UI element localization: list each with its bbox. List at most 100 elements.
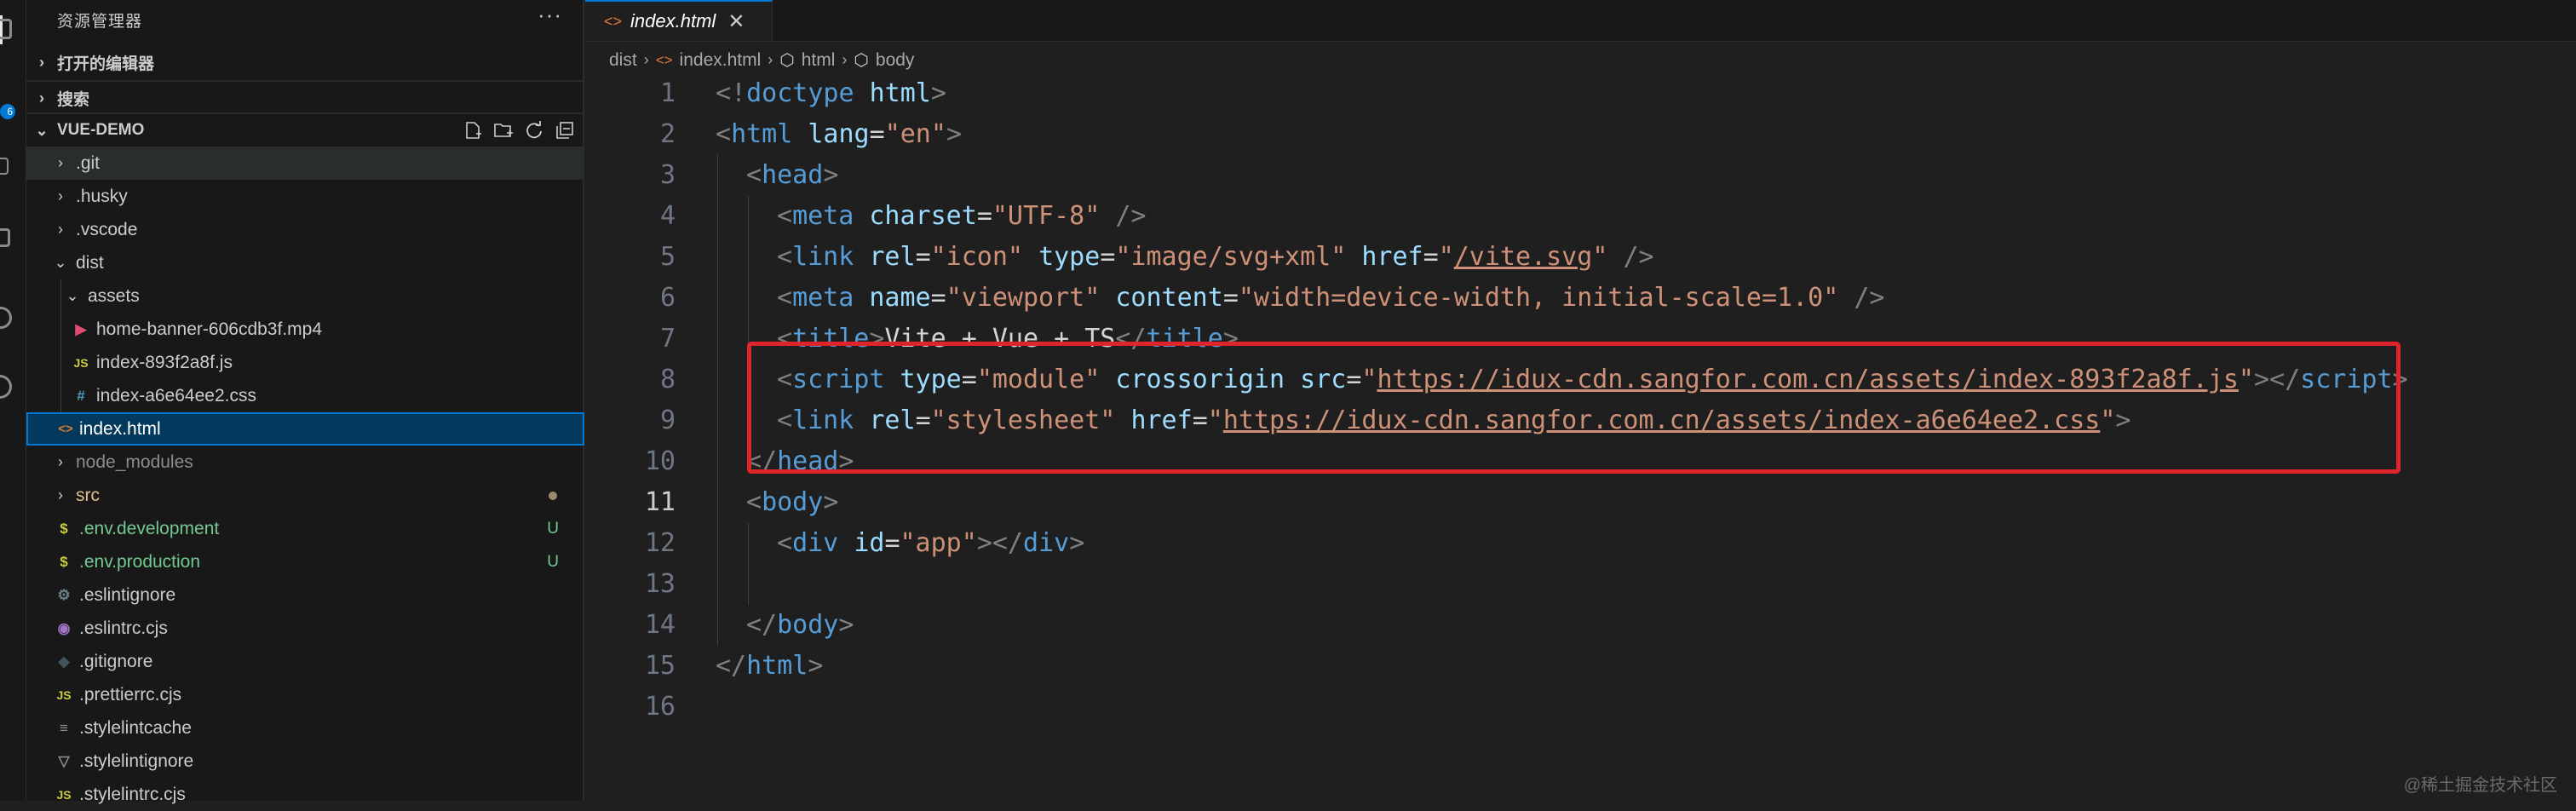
tree-item-label: .prettierrc.cjs: [79, 684, 182, 705]
breadcrumb-item-file[interactable]: index.html: [680, 50, 762, 71]
code-token: div: [792, 528, 839, 558]
tree-item-eslintignore[interactable]: ⚙ .eslintignore: [26, 578, 584, 612]
code-line[interactable]: 11 <body>: [585, 482, 2576, 523]
account-icon[interactable]: [0, 375, 12, 399]
html-file-icon: <>: [655, 51, 673, 68]
code-text: <head>: [746, 155, 838, 196]
code-line[interactable]: 12 <div id="app"></div>: [585, 523, 2576, 564]
chevron-right-icon: ›: [58, 154, 63, 171]
code-token: <: [777, 528, 793, 558]
extensions-icon[interactable]: [0, 228, 10, 247]
more-actions-button[interactable]: ···: [538, 2, 562, 28]
line-number: 7: [659, 324, 676, 354]
new-file-icon[interactable]: [462, 119, 484, 141]
tree-item-label: .stylelintignore: [79, 751, 194, 771]
code-line[interactable]: 2 <html lang="en">: [585, 114, 2576, 155]
chevron-right-icon: ›: [768, 51, 773, 68]
code-token: =: [915, 242, 931, 272]
run-debug-icon[interactable]: [0, 158, 9, 175]
indent-guide: [60, 313, 61, 346]
tree-item-index-html[interactable]: <> index.html: [26, 412, 584, 446]
new-folder-icon[interactable]: [492, 119, 515, 141]
code-token: =: [884, 528, 900, 558]
code-token: body: [762, 487, 824, 517]
code-token: <: [777, 283, 793, 313]
tree-item-video[interactable]: ▶ home-banner-606cdb3f.mp4: [26, 313, 584, 346]
tree-item-node-modules[interactable]: › node_modules: [26, 446, 584, 479]
tree-item-stylelintrc[interactable]: JS .stylelintrc.cjs: [26, 778, 584, 811]
tree-item-src[interactable]: › src: [26, 479, 584, 512]
code-token: "app": [900, 528, 977, 558]
tree-item-eslintrc[interactable]: ◉ .eslintrc.cjs: [26, 612, 584, 645]
stylelint-icon: ▽: [58, 752, 70, 769]
section-open-editors[interactable]: › 打开的编辑器: [26, 46, 584, 78]
indent-guide: [748, 237, 749, 278]
code-line[interactable]: 1 <!doctype html>: [585, 73, 2576, 114]
tree-item-label: dist: [76, 252, 104, 273]
code-line[interactable]: 14 </body>: [585, 605, 2576, 646]
env-file-icon: $: [60, 553, 68, 570]
breadcrumb-item-html[interactable]: html: [802, 50, 836, 71]
section-search[interactable]: › 搜索: [26, 80, 584, 114]
tree-item-env-production[interactable]: $ .env.production U: [26, 545, 584, 578]
code-token: >: [838, 610, 854, 640]
js-file-icon: JS: [56, 787, 72, 802]
code-line[interactable]: 16: [585, 687, 2576, 728]
tree-item-vscode[interactable]: › .vscode: [26, 213, 584, 246]
indent-guide: [717, 523, 718, 564]
code-token: =: [869, 119, 885, 149]
tree-item-label: index.html: [79, 418, 161, 439]
close-icon[interactable]: ✕: [727, 9, 745, 34]
code-line[interactable]: 5 <link rel="icon" type="image/svg+xml" h…: [585, 237, 2576, 278]
tree-item-git[interactable]: › .git: [26, 147, 584, 180]
tree-item-js-bundle[interactable]: JS index-893f2a8f.js: [26, 346, 584, 379]
code-line[interactable]: 4 <meta charset="UTF-8" />: [585, 196, 2576, 237]
project-name: VUE-DEMO: [57, 121, 145, 139]
code-token: "image/svg+xml": [1115, 242, 1347, 272]
tree-item-env-development[interactable]: $ .env.development U: [26, 512, 584, 545]
tree-item-stylelintignore[interactable]: ▽ .stylelintignore: [26, 745, 584, 778]
code-line[interactable]: 6 <meta name="viewport" content="width=de…: [585, 278, 2576, 319]
indent-guide: [717, 605, 718, 646]
section-project[interactable]: ⌄ VUE-DEMO: [26, 112, 584, 147]
scm-badge: 6: [0, 104, 15, 119]
breadcrumb-item-body[interactable]: body: [876, 50, 915, 71]
chevron-right-icon: ›: [643, 51, 649, 68]
tree-item-label: .stylelintcache: [79, 717, 192, 738]
tree-item-stylelintcache[interactable]: ≡ .stylelintcache: [26, 711, 584, 745]
tree-item-css-bundle[interactable]: # index-a6e64ee2.css: [26, 379, 584, 412]
code-line[interactable]: 13: [585, 564, 2576, 605]
git-status-badge: U: [547, 552, 559, 571]
git-icon: ◆: [58, 653, 70, 670]
code-token: >: [823, 487, 839, 517]
code-text: <meta name="viewport" content="width=dev…: [777, 278, 1884, 319]
explorer-sidebar: 资源管理器 ··· › 打开的编辑器 › 搜索 ⌄ VUE-DEMO › .gi…: [26, 0, 584, 804]
tree-item-gitignore[interactable]: ◆ .gitignore: [26, 645, 584, 678]
refresh-icon[interactable]: [523, 119, 545, 141]
text-file-icon: ≡: [60, 719, 68, 736]
tree-item-assets[interactable]: ⌄ assets: [26, 279, 584, 313]
code-text: <body>: [746, 482, 838, 523]
code-token[interactable]: /vite.svg: [1454, 242, 1593, 272]
code-token: <!: [716, 78, 747, 108]
tree-item-label: .env.production: [79, 551, 201, 572]
element-icon: ⬡: [854, 51, 869, 70]
element-icon: ⬡: [779, 51, 795, 70]
tree-item-label: .stylelintrc.cjs: [79, 784, 186, 804]
code-token: "width=device-width, initial-scale=1.0": [1238, 283, 1839, 313]
code-line[interactable]: 15 </html>: [585, 646, 2576, 687]
tree-item-husky[interactable]: › .husky: [26, 180, 584, 213]
remote-icon[interactable]: [0, 307, 12, 329]
explorer-icon[interactable]: [0, 19, 12, 39]
tab-index-html[interactable]: <> index.html ✕: [585, 0, 773, 41]
tree-item-label: index-893f2a8f.js: [96, 352, 233, 372]
collapse-all-icon[interactable]: [554, 119, 576, 141]
tree-item-prettierrc[interactable]: JS .prettierrc.cjs: [26, 678, 584, 711]
code-line[interactable]: 3 <head>: [585, 155, 2576, 196]
tree-item-label: home-banner-606cdb3f.mp4: [96, 319, 323, 339]
tree-item-label: node_modules: [76, 452, 193, 472]
tree-item-dist[interactable]: ⌄ dist: [26, 246, 584, 279]
breadcrumb-item-dist[interactable]: dist: [609, 50, 637, 71]
